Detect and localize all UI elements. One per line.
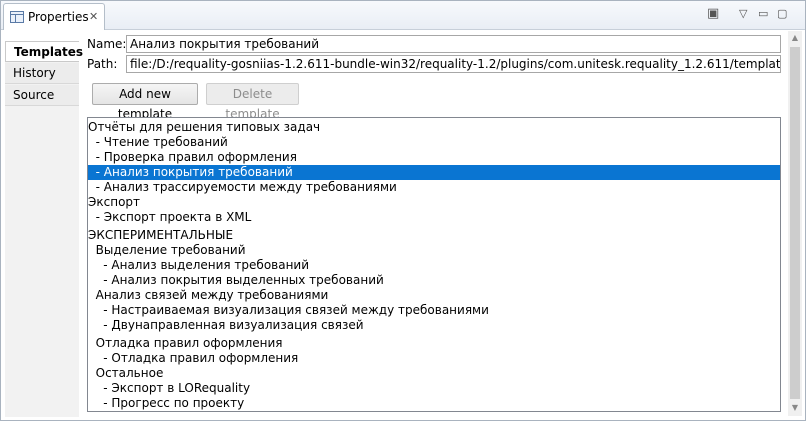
name-field[interactable]: Анализ покрытия требований [126, 35, 781, 53]
tab-properties[interactable]: Properties ✕ [3, 3, 105, 30]
scroll-thumb[interactable] [790, 47, 800, 399]
path-field[interactable]: file:/D:/requality-gosniias-1.2.611-bund… [126, 55, 781, 73]
pin-icon[interactable]: ▣ [707, 6, 719, 21]
template-list-item[interactable]: Отчёты для решения типовых задач [88, 120, 780, 135]
scroll-down-icon[interactable]: ▼ [788, 401, 802, 415]
template-list-item[interactable]: - Экспорт проекта в XML [88, 210, 780, 225]
template-list-item[interactable]: ЭКСПЕРИМЕНТАЛЬНЫЕ [88, 228, 780, 243]
close-icon[interactable]: ✕ [89, 10, 98, 23]
template-list-item[interactable]: - Анализ покрытия требований [88, 165, 780, 180]
side-tab-history[interactable]: History [5, 63, 79, 84]
template-list-item[interactable]: - Анализ трассируемости между требования… [88, 180, 780, 195]
template-list-item[interactable]: - Двунаправленная визуализация связей [88, 318, 780, 333]
path-label: Path: [87, 57, 118, 71]
view-header: Properties ✕ ▣ ▽ ▭ ▢ [1, 1, 805, 30]
add-template-button[interactable]: Add new template [92, 83, 198, 121]
template-list-item[interactable]: Отладка правил оформления [88, 336, 780, 351]
template-list-item[interactable]: - Анализ выделения требований [88, 258, 780, 273]
tab-title: Properties [28, 10, 89, 24]
template-list-item[interactable]: Анализ связей между требованиями [88, 288, 780, 303]
template-list-item[interactable]: - Анализ покрытия выделенных требований [88, 273, 780, 288]
properties-icon [10, 11, 24, 23]
minimize-icon[interactable]: ▭ [758, 7, 768, 20]
side-tab-source[interactable]: Source [5, 85, 79, 106]
template-list-item[interactable]: - Чтение требований [88, 135, 780, 150]
scroll-up-icon[interactable]: ▲ [788, 31, 802, 45]
side-tab-templates[interactable]: Templates [5, 41, 83, 62]
template-list-item[interactable]: Экспорт [88, 195, 780, 210]
template-list-item[interactable]: - Настраиваемая визуализация связей межд… [88, 303, 780, 318]
maximize-icon[interactable]: ▢ [777, 7, 787, 20]
template-list-item[interactable]: Выделение требований [88, 243, 780, 258]
view-menu-icon[interactable]: ▽ [739, 7, 747, 20]
template-list-item[interactable]: - Проверка правил оформления [88, 150, 780, 165]
template-list-item[interactable]: Остальное [88, 366, 780, 381]
name-label: Name: [87, 37, 127, 51]
delete-template-button[interactable]: Delete template [206, 83, 299, 121]
template-list-item[interactable]: - Прогресс по проекту [88, 396, 780, 411]
template-list-item[interactable]: - Экспорт в LORequality [88, 381, 780, 396]
vertical-scrollbar[interactable]: ▲ ▼ [788, 31, 802, 416]
properties-view: Properties ✕ ▣ ▽ ▭ ▢ Templates History S… [0, 0, 806, 421]
template-list[interactable]: Отчёты для решения типовых задач - Чтени… [87, 117, 781, 412]
template-list-item[interactable]: - Отладка правил оформления [88, 351, 780, 366]
